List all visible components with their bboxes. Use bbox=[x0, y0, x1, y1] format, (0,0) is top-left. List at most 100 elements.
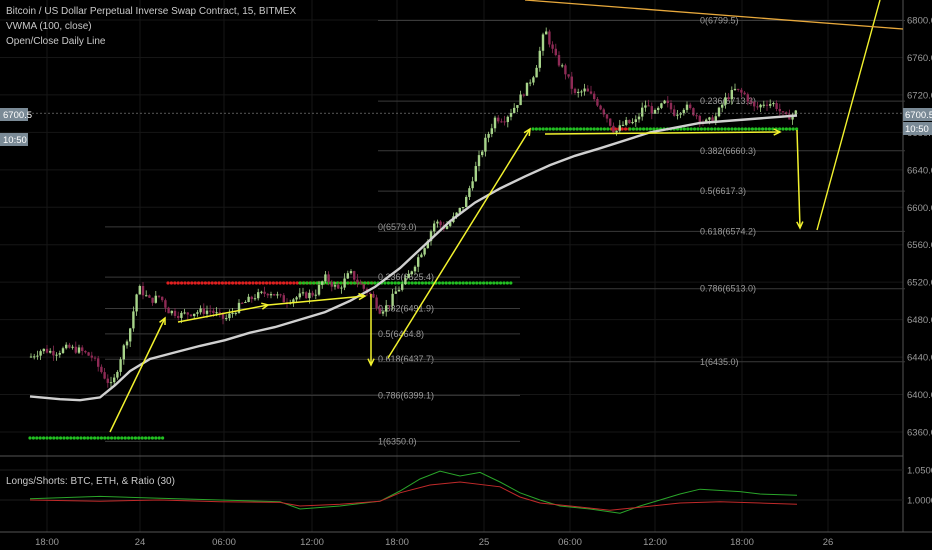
candle-bull bbox=[301, 292, 305, 294]
candle-bull bbox=[468, 188, 471, 197]
daily-dot bbox=[417, 281, 421, 285]
candle-bull bbox=[644, 105, 647, 108]
candle-bull bbox=[625, 119, 628, 125]
daily-dot bbox=[42, 436, 46, 440]
daily-dot bbox=[52, 436, 56, 440]
daily-dot bbox=[482, 281, 486, 285]
candle-bull bbox=[733, 88, 737, 91]
daily-dot bbox=[414, 281, 418, 285]
daily-dot bbox=[186, 281, 190, 285]
candle-bull bbox=[794, 110, 797, 115]
daily-dot bbox=[227, 281, 231, 285]
daily-dot bbox=[86, 436, 90, 440]
sub-tick-label: 1.0500 bbox=[907, 466, 932, 477]
candle-bull bbox=[532, 77, 535, 83]
daily-dot bbox=[420, 281, 424, 285]
candle-bull bbox=[119, 359, 122, 372]
daily-dot bbox=[652, 127, 656, 131]
daily-dot bbox=[133, 436, 137, 440]
daily-dot bbox=[545, 127, 549, 131]
candle-bear bbox=[279, 294, 282, 296]
candle-bull bbox=[401, 284, 404, 290]
candle-bull bbox=[663, 100, 666, 104]
daily-dot bbox=[706, 127, 710, 131]
candle-bull bbox=[42, 348, 45, 352]
countdown-left-label: 10:50 bbox=[3, 135, 27, 146]
candle-bear bbox=[305, 292, 308, 299]
candle-bull bbox=[77, 347, 81, 353]
daily-dot bbox=[465, 281, 469, 285]
candle-bull bbox=[138, 286, 141, 295]
candle-bear bbox=[337, 285, 340, 289]
candle-bear bbox=[765, 104, 769, 106]
trading-chart[interactable]: 0(6579.0)0.236(6525.4)0.382(6491.9)0.5(6… bbox=[0, 0, 932, 550]
daily-dot bbox=[620, 127, 624, 131]
daily-dot bbox=[747, 127, 751, 131]
candle-bull bbox=[580, 91, 583, 93]
daily-dot bbox=[754, 127, 758, 131]
fib-right-label: 0.618(6574.2) bbox=[700, 226, 756, 236]
daily-dot bbox=[169, 281, 173, 285]
daily-dot bbox=[635, 127, 639, 131]
candle-bear bbox=[378, 308, 381, 314]
daily-dot bbox=[292, 281, 296, 285]
candle-bear bbox=[673, 109, 676, 116]
daily-dot bbox=[271, 281, 275, 285]
candle-bear bbox=[609, 118, 612, 126]
candle-bear bbox=[669, 102, 673, 110]
candle-bull bbox=[343, 278, 346, 288]
fib-right-label: 0(6799.5) bbox=[700, 15, 739, 25]
daily-dot bbox=[261, 281, 265, 285]
daily-dot bbox=[210, 281, 214, 285]
daily-dot bbox=[278, 281, 282, 285]
candle-bear bbox=[666, 100, 669, 103]
daily-dot bbox=[393, 281, 397, 285]
candle-bull bbox=[708, 117, 711, 120]
candle-bull bbox=[109, 382, 113, 384]
candle-bear bbox=[746, 94, 749, 102]
candle-bear bbox=[282, 295, 285, 303]
candle-bear bbox=[87, 352, 90, 356]
candle-bull bbox=[269, 294, 273, 296]
daily-dot bbox=[217, 281, 221, 285]
candle-bear bbox=[311, 292, 314, 296]
candle-bull bbox=[154, 295, 157, 303]
daily-dot bbox=[282, 281, 286, 285]
candle-bull bbox=[676, 114, 679, 116]
candle-bull bbox=[621, 124, 625, 126]
candle-bear bbox=[497, 117, 500, 122]
daily-dot bbox=[72, 436, 76, 440]
candle-bull bbox=[36, 355, 39, 357]
candle-bull bbox=[394, 291, 397, 294]
daily-dot bbox=[251, 281, 255, 285]
candle-bear bbox=[173, 310, 177, 316]
candle-bull bbox=[205, 310, 209, 314]
daily-dot bbox=[592, 127, 596, 131]
daily-dot bbox=[757, 127, 761, 131]
daily-dot bbox=[28, 436, 32, 440]
daily-dot bbox=[744, 127, 748, 131]
candle-bear bbox=[612, 125, 615, 133]
price-tick-label: 6800.0 bbox=[907, 16, 932, 27]
candle-bull bbox=[423, 248, 426, 255]
candle-bear bbox=[372, 294, 375, 298]
daily-dot bbox=[369, 281, 373, 285]
daily-dot bbox=[699, 127, 704, 131]
daily-dot bbox=[106, 436, 110, 440]
candle-bull bbox=[65, 344, 68, 349]
candle-bull bbox=[113, 377, 116, 383]
daily-dot bbox=[173, 281, 177, 285]
price-tick-label: 6520.0 bbox=[907, 278, 932, 289]
daily-dot bbox=[45, 436, 49, 440]
candle-bear bbox=[151, 297, 154, 303]
candle-bear bbox=[81, 347, 84, 351]
daily-dot bbox=[488, 281, 492, 285]
candle-bear bbox=[743, 92, 746, 95]
candle-bear bbox=[353, 271, 356, 280]
daily-dot bbox=[35, 436, 39, 440]
candle-bull bbox=[333, 285, 337, 287]
price-tick-label: 6400.0 bbox=[907, 390, 932, 401]
price-tick-label: 6360.0 bbox=[907, 428, 932, 439]
candle-bull bbox=[314, 294, 317, 296]
candle-bear bbox=[212, 310, 215, 314]
